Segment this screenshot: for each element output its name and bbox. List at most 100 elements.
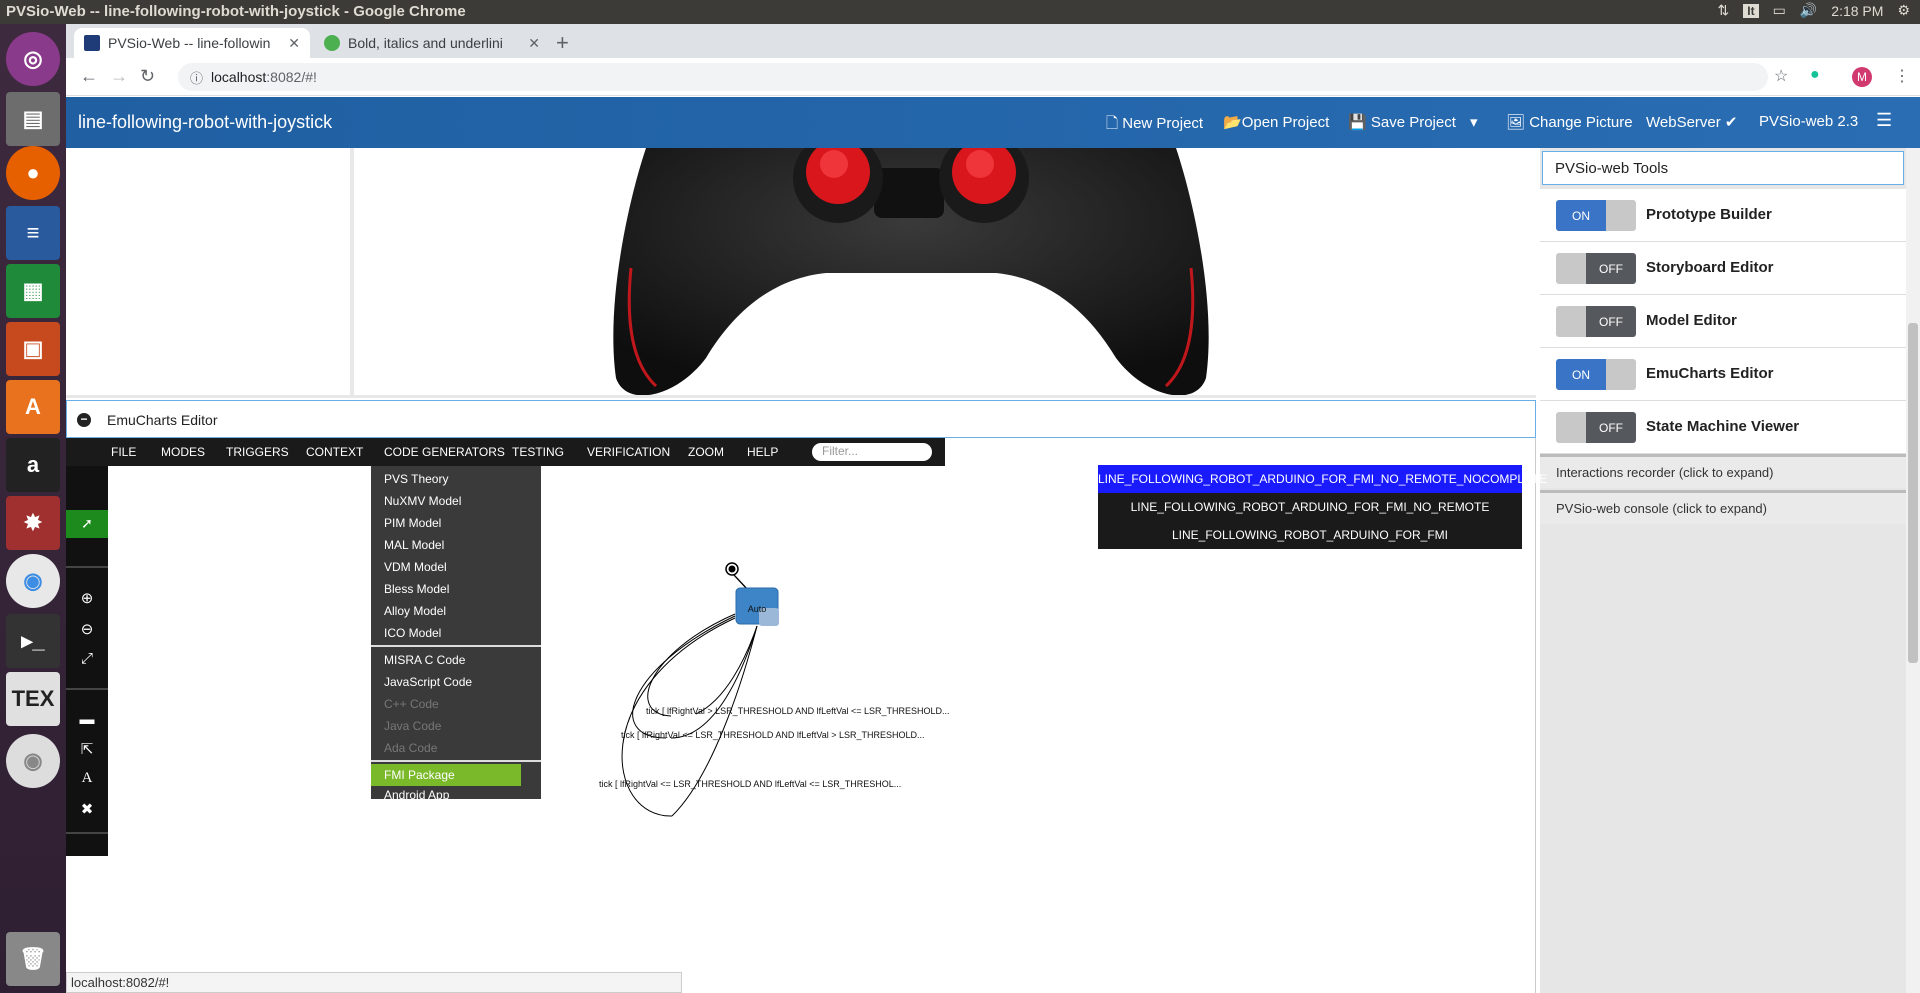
module-item[interactable]: LINE_FOLLOWING_ROBOT_ARDUINO_FOR_FMI: [1098, 521, 1522, 549]
profile-avatar[interactable]: M: [1852, 67, 1872, 87]
browser-toolbar: ← → ↻ ⓘ localhost:8082/#! ☆ ● M ⋮: [66, 58, 1920, 96]
tool-label: Model Editor: [1646, 312, 1737, 329]
toggle-knob: [1606, 200, 1636, 231]
calc-icon[interactable]: ▦: [6, 264, 60, 318]
app-header: line-following-robot-with-joystick 🗋 New…: [66, 97, 1920, 148]
emucharts-canvas[interactable]: FILE MODES TRIGGERS CONTEXT CODE GENERAT…: [66, 438, 1547, 993]
url-path: :8082/#!: [266, 69, 317, 85]
ubuntu-logo-icon[interactable]: ◎: [6, 32, 60, 86]
keyboard-layout-indicator[interactable]: It: [1743, 3, 1759, 18]
toggle-state-label: OFF: [1586, 306, 1636, 337]
model-editor-toggle[interactable]: OFF: [1556, 306, 1636, 337]
tab-bold-italics[interactable]: Bold, italics and underlini ✕: [314, 28, 550, 58]
transition-line-a: [670, 625, 758, 739]
menu-item-ico-model[interactable]: ICO Model: [371, 622, 541, 644]
close-tab-icon[interactable]: ✕: [288, 35, 300, 52]
forward-arrow-icon[interactable]: →: [110, 66, 128, 87]
toggle-state-label: OFF: [1586, 253, 1636, 284]
tab-pvsio-web[interactable]: PVSio-Web -- line-followin ✕: [74, 28, 310, 58]
close-tab-icon[interactable]: ✕: [528, 35, 540, 52]
menu-divider: [371, 760, 541, 762]
interactions-recorder-expander[interactable]: Interactions recorder (click to expand): [1540, 454, 1906, 488]
menu-item-cpp-code: C++ Code: [384, 697, 439, 711]
files-icon[interactable]: ▤: [6, 92, 60, 146]
dvd-icon[interactable]: ◉: [6, 734, 60, 788]
state-machine-viewer-toggle[interactable]: OFF: [1556, 412, 1636, 443]
transition-line-c: [695, 625, 758, 715]
collapse-minus-icon[interactable]: −: [77, 413, 91, 427]
trash-icon[interactable]: 🗑: [6, 932, 60, 986]
toggle-knob: [1606, 359, 1636, 390]
tools-panel-title: PVSio-web Tools: [1542, 151, 1904, 185]
address-bar[interactable]: ⓘ localhost:8082/#!: [178, 63, 1768, 91]
menu-item-nuxmv-model[interactable]: NuXMV Model: [371, 490, 541, 512]
storyboard-editor-toggle[interactable]: OFF: [1556, 253, 1636, 284]
menu-item-vdm-model[interactable]: VDM Model: [371, 556, 541, 578]
menu-item-alloy-model[interactable]: Alloy Model: [371, 600, 541, 622]
toggle-state-label: ON: [1556, 359, 1606, 390]
software-center-icon[interactable]: A: [6, 380, 60, 434]
transition-label-2[interactable]: tick [ lfRightVal <= LSR_THRESHOLD AND l…: [621, 730, 925, 740]
menu-item-javascript-code[interactable]: JavaScript Code: [371, 671, 541, 693]
bookmark-star-icon[interactable]: ☆: [1774, 66, 1788, 86]
site-info-icon[interactable]: ⓘ: [190, 68, 203, 87]
menu-item-ada-code: Ada Code: [384, 741, 438, 755]
firefox-icon[interactable]: ●: [6, 146, 60, 200]
prototype-picture-area: [66, 148, 1536, 398]
project-title: line-following-robot-with-joystick: [78, 112, 333, 132]
impress-icon[interactable]: ▣: [6, 322, 60, 376]
webserver-status[interactable]: WebServer ✔: [1646, 113, 1738, 131]
menu-divider: [371, 645, 541, 647]
save-project-button[interactable]: 💾 Save Project: [1348, 113, 1456, 131]
module-item-active[interactable]: LINE_FOLLOWING_ROBOT_ARDUINO_FOR_FMI_NO_…: [1098, 465, 1547, 493]
menu-item-pvs-theory[interactable]: PVS Theory: [371, 468, 541, 490]
scrollbar-thumb[interactable]: [1908, 323, 1918, 663]
system-tray: ⇅ It ▭ 🔊 2:18 PM ⚙: [1718, 2, 1910, 19]
chrome-icon[interactable]: ◉: [6, 554, 60, 608]
open-project-button[interactable]: 📂Open Project: [1223, 113, 1329, 131]
console-expander[interactable]: PVSio-web console (click to expand): [1540, 490, 1906, 524]
grammarly-icon[interactable]: ●: [1810, 66, 1820, 84]
writer-icon[interactable]: ≡: [6, 206, 60, 260]
joystick-picture[interactable]: [66, 148, 1536, 396]
clock[interactable]: 2:18 PM: [1831, 3, 1883, 19]
browser-tabstrip: PVSio-Web -- line-followin ✕ Bold, itali…: [66, 24, 1920, 58]
emucharts-editor-toggle[interactable]: ON: [1556, 359, 1636, 390]
amazon-icon[interactable]: a: [6, 438, 60, 492]
menu-item-fmi-package[interactable]: FMI Package: [371, 764, 521, 786]
volume-icon[interactable]: 🔊: [1800, 2, 1817, 19]
menu-item-pim-model[interactable]: PIM Model: [371, 512, 541, 534]
module-item[interactable]: LINE_FOLLOWING_ROBOT_ARDUINO_FOR_FMI_NO_…: [1098, 493, 1522, 521]
change-picture-button[interactable]: 🖼 Change Picture: [1506, 113, 1633, 131]
prototype-builder-toggle[interactable]: ON: [1556, 200, 1636, 231]
menu-item-bless-model[interactable]: Bless Model: [371, 578, 541, 600]
transition-label-1[interactable]: tick [ lfRightVal > LSR_THRESHOLD AND lf…: [646, 706, 950, 716]
chrome-menu-icon[interactable]: ⋮: [1894, 66, 1910, 86]
transition-label-3[interactable]: tick [ lfRightVal <= LSR_THRESHOLD AND l…: [599, 779, 901, 789]
new-project-button[interactable]: 🗋 New Project: [1106, 113, 1203, 138]
toggle-state-label: ON: [1556, 200, 1606, 231]
self-transition-2[interactable]: [632, 615, 736, 739]
hamburger-menu-icon[interactable]: ☰: [1876, 110, 1892, 131]
texmaker-icon[interactable]: TEX: [6, 672, 60, 726]
back-arrow-icon[interactable]: ←: [80, 66, 98, 87]
network-arrows-icon[interactable]: ⇅: [1718, 2, 1730, 19]
change-picture-label: Change Picture: [1529, 114, 1633, 131]
terminal-icon[interactable]: ▸_: [6, 614, 60, 668]
new-tab-plus-icon[interactable]: +: [556, 30, 569, 56]
battery-icon[interactable]: ▭: [1773, 2, 1786, 19]
menu-item-mal-model[interactable]: MAL Model: [371, 534, 541, 556]
menu-item-java-code: Java Code: [384, 719, 442, 733]
save-dropdown-caret-icon[interactable]: ▾: [1470, 113, 1478, 131]
menu-item-misra-c-code[interactable]: MISRA C Code: [371, 649, 541, 671]
settings-gear-icon[interactable]: ⚙: [1897, 2, 1910, 19]
emucharts-modules-list: LINE_FOLLOWING_ROBOT_ARDUINO_FOR_FMI_NO_…: [1098, 465, 1547, 549]
reload-icon[interactable]: ↻: [140, 66, 155, 87]
tool-row-emucharts-editor: ON EmuCharts Editor: [1540, 348, 1906, 401]
save-project-label: Save Project: [1370, 114, 1456, 131]
menu-item-android-app[interactable]: Android App: [371, 786, 541, 802]
page-scrollbar[interactable]: [1906, 148, 1920, 993]
tools-panel: PVSio-web Tools ON Prototype Builder OFF…: [1540, 148, 1906, 993]
emucharts-title: EmuCharts Editor: [107, 412, 218, 428]
system-settings-icon[interactable]: ✸: [6, 496, 60, 550]
